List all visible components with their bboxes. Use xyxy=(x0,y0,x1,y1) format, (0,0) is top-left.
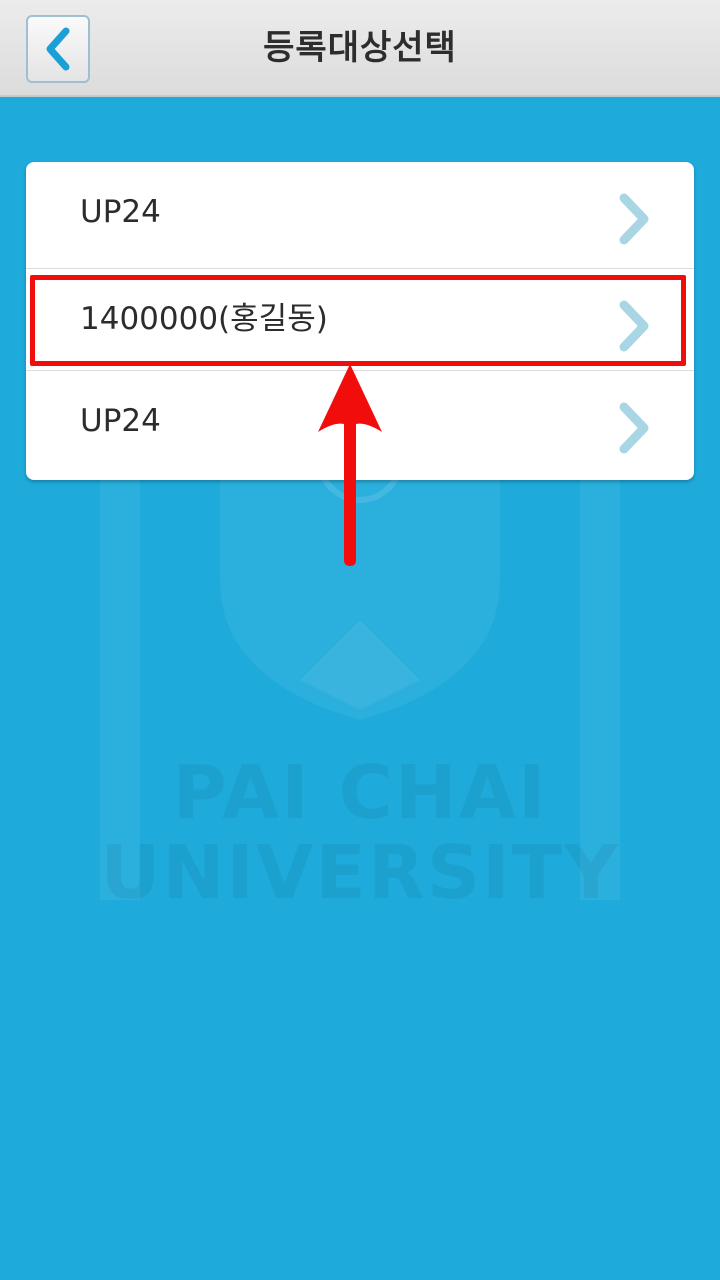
chevron-right-icon xyxy=(619,193,649,245)
app-header: 등록대상선택 xyxy=(0,0,720,97)
annotation-highlight-box xyxy=(30,275,686,366)
watermark-text-line2: UNIVERSITY xyxy=(100,830,620,916)
list-item-label: UP24 xyxy=(80,403,161,439)
watermark-text-line1: PAI CHAI xyxy=(172,750,548,836)
page-title: 등록대상선택 xyxy=(263,28,457,68)
chevron-right-icon xyxy=(619,402,649,454)
annotation-arrow-up-icon xyxy=(318,364,382,566)
list-item-label: UP24 xyxy=(80,194,161,230)
list-item[interactable]: UP24 xyxy=(26,162,694,262)
